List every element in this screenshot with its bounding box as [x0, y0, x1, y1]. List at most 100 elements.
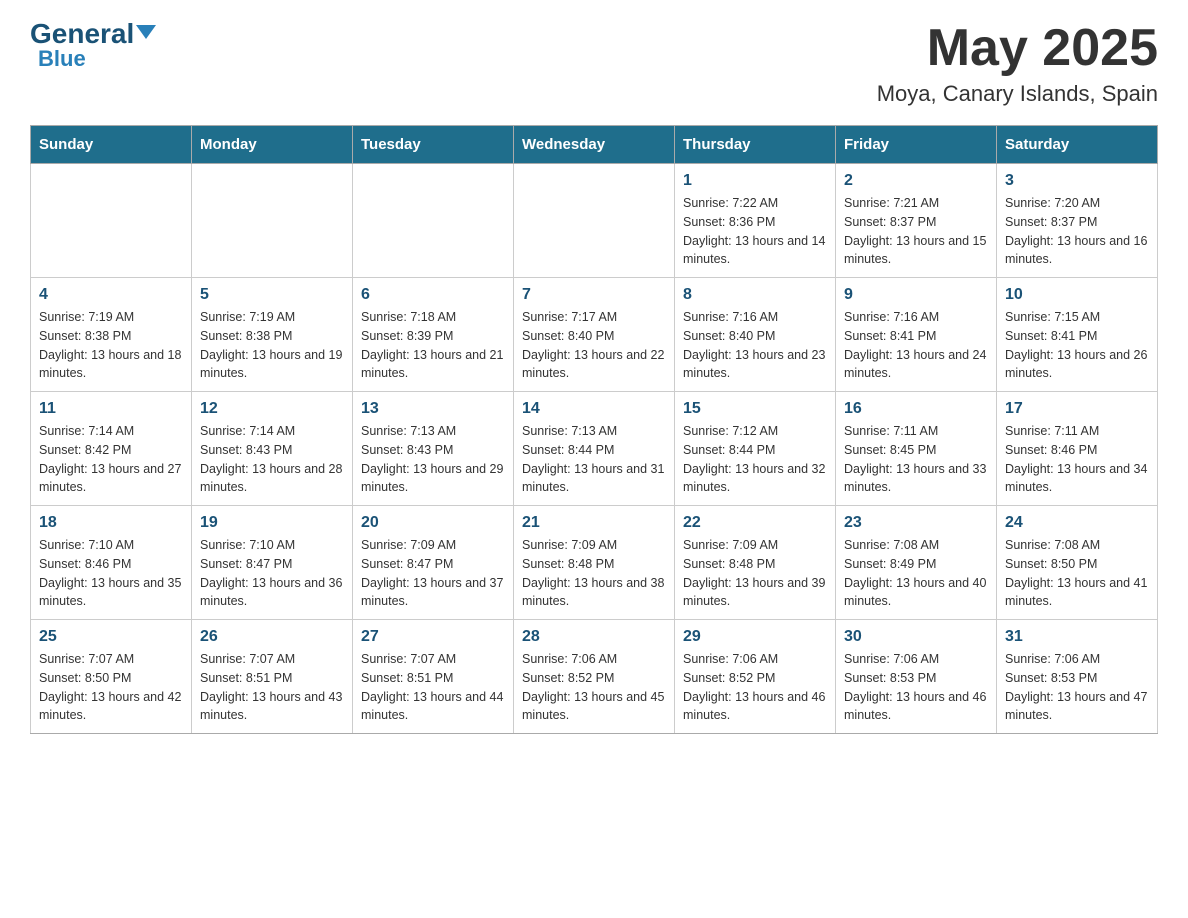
- day-info: Sunrise: 7:07 AMSunset: 8:50 PMDaylight:…: [39, 650, 183, 725]
- calendar-subtitle: Moya, Canary Islands, Spain: [877, 81, 1158, 107]
- day-info: Sunrise: 7:19 AMSunset: 8:38 PMDaylight:…: [39, 308, 183, 383]
- day-number: 6: [361, 286, 505, 304]
- day-number: 19: [200, 514, 344, 532]
- table-row: 3 Sunrise: 7:20 AMSunset: 8:37 PMDaylight…: [997, 164, 1158, 278]
- calendar-table: Sunday Monday Tuesday Wednesday Thursday…: [30, 125, 1158, 734]
- table-row: 29 Sunrise: 7:06 AMSunset: 8:52 PMDayligh…: [675, 620, 836, 734]
- day-number: 4: [39, 286, 183, 304]
- calendar-week-row: 25 Sunrise: 7:07 AMSunset: 8:50 PMDayligh…: [31, 620, 1158, 734]
- table-row: 22Sunrise: 7:09 AMSunset: 8:48 PMDayligh…: [675, 506, 836, 620]
- day-number: 8: [683, 286, 827, 304]
- day-number: 27: [361, 628, 505, 646]
- table-row: 18 Sunrise: 7:10 AMSunset: 8:46 PMDayligh…: [31, 506, 192, 620]
- day-number: 29: [683, 628, 827, 646]
- day-number: 14: [522, 400, 666, 418]
- day-info: Sunrise: 7:09 AMSunset: 8:48 PMDaylight:…: [522, 536, 666, 611]
- table-row: [31, 164, 192, 278]
- calendar-week-row: 11 Sunrise: 7:14 AMSunset: 8:42 PMDayligh…: [31, 392, 1158, 506]
- day-number: 16: [844, 400, 988, 418]
- table-row: 11 Sunrise: 7:14 AMSunset: 8:42 PMDayligh…: [31, 392, 192, 506]
- header-wednesday: Wednesday: [514, 126, 675, 164]
- table-row: 15 Sunrise: 7:12 AMSunset: 8:44 PMDayligh…: [675, 392, 836, 506]
- day-number: 1: [683, 172, 827, 190]
- day-info: Sunrise: 7:20 AMSunset: 8:37 PMDaylight:…: [1005, 194, 1149, 269]
- day-info: Sunrise: 7:10 AMSunset: 8:47 PMDaylight:…: [200, 536, 344, 611]
- day-info: Sunrise: 7:19 AMSunset: 8:38 PMDaylight:…: [200, 308, 344, 383]
- day-info: Sunrise: 7:06 AMSunset: 8:52 PMDaylight:…: [683, 650, 827, 725]
- day-info: Sunrise: 7:13 AMSunset: 8:43 PMDaylight:…: [361, 422, 505, 497]
- header-friday: Friday: [836, 126, 997, 164]
- table-row: 27 Sunrise: 7:07 AMSunset: 8:51 PMDayligh…: [353, 620, 514, 734]
- day-number: 25: [39, 628, 183, 646]
- header-row: Sunday Monday Tuesday Wednesday Thursday…: [31, 126, 1158, 164]
- header-sunday: Sunday: [31, 126, 192, 164]
- day-number: 10: [1005, 286, 1149, 304]
- table-row: 4 Sunrise: 7:19 AMSunset: 8:38 PMDaylight…: [31, 278, 192, 392]
- day-info: Sunrise: 7:11 AMSunset: 8:46 PMDaylight:…: [1005, 422, 1149, 497]
- table-row: 5 Sunrise: 7:19 AMSunset: 8:38 PMDaylight…: [192, 278, 353, 392]
- table-row: 17 Sunrise: 7:11 AMSunset: 8:46 PMDayligh…: [997, 392, 1158, 506]
- page-header: General Blue May 2025 Moya, Canary Islan…: [30, 20, 1158, 107]
- table-row: 16Sunrise: 7:11 AMSunset: 8:45 PMDayligh…: [836, 392, 997, 506]
- table-row: 20Sunrise: 7:09 AMSunset: 8:47 PMDayligh…: [353, 506, 514, 620]
- day-info: Sunrise: 7:14 AMSunset: 8:42 PMDaylight:…: [39, 422, 183, 497]
- day-info: Sunrise: 7:06 AMSunset: 8:52 PMDaylight:…: [522, 650, 666, 725]
- day-info: Sunrise: 7:07 AMSunset: 8:51 PMDaylight:…: [361, 650, 505, 725]
- title-block: May 2025 Moya, Canary Islands, Spain: [877, 20, 1158, 107]
- day-number: 15: [683, 400, 827, 418]
- logo: General Blue: [30, 20, 156, 72]
- day-info: Sunrise: 7:06 AMSunset: 8:53 PMDaylight:…: [844, 650, 988, 725]
- day-info: Sunrise: 7:21 AMSunset: 8:37 PMDaylight:…: [844, 194, 988, 269]
- day-number: 7: [522, 286, 666, 304]
- calendar-body: 1Sunrise: 7:22 AMSunset: 8:36 PMDaylight…: [31, 164, 1158, 734]
- calendar-week-row: 1Sunrise: 7:22 AMSunset: 8:36 PMDaylight…: [31, 164, 1158, 278]
- table-row: [192, 164, 353, 278]
- day-number: 28: [522, 628, 666, 646]
- day-info: Sunrise: 7:17 AMSunset: 8:40 PMDaylight:…: [522, 308, 666, 383]
- logo-blue-label: Blue: [38, 46, 86, 72]
- day-number: 18: [39, 514, 183, 532]
- day-info: Sunrise: 7:16 AMSunset: 8:41 PMDaylight:…: [844, 308, 988, 383]
- day-number: 11: [39, 400, 183, 418]
- day-info: Sunrise: 7:10 AMSunset: 8:46 PMDaylight:…: [39, 536, 183, 611]
- table-row: 21Sunrise: 7:09 AMSunset: 8:48 PMDayligh…: [514, 506, 675, 620]
- day-info: Sunrise: 7:07 AMSunset: 8:51 PMDaylight:…: [200, 650, 344, 725]
- calendar-week-row: 4 Sunrise: 7:19 AMSunset: 8:38 PMDaylight…: [31, 278, 1158, 392]
- day-info: Sunrise: 7:18 AMSunset: 8:39 PMDaylight:…: [361, 308, 505, 383]
- day-info: Sunrise: 7:16 AMSunset: 8:40 PMDaylight:…: [683, 308, 827, 383]
- day-number: 3: [1005, 172, 1149, 190]
- logo-general-text: General: [30, 20, 156, 48]
- day-number: 17: [1005, 400, 1149, 418]
- calendar-header: Sunday Monday Tuesday Wednesday Thursday…: [31, 126, 1158, 164]
- day-number: 13: [361, 400, 505, 418]
- table-row: 1Sunrise: 7:22 AMSunset: 8:36 PMDaylight…: [675, 164, 836, 278]
- day-number: 31: [1005, 628, 1149, 646]
- table-row: 2Sunrise: 7:21 AMSunset: 8:37 PMDaylight…: [836, 164, 997, 278]
- table-row: 14 Sunrise: 7:13 AMSunset: 8:44 PMDayligh…: [514, 392, 675, 506]
- day-number: 20: [361, 514, 505, 532]
- table-row: 13 Sunrise: 7:13 AMSunset: 8:43 PMDayligh…: [353, 392, 514, 506]
- day-number: 23: [844, 514, 988, 532]
- header-thursday: Thursday: [675, 126, 836, 164]
- table-row: 7 Sunrise: 7:17 AMSunset: 8:40 PMDaylight…: [514, 278, 675, 392]
- day-number: 5: [200, 286, 344, 304]
- day-info: Sunrise: 7:13 AMSunset: 8:44 PMDaylight:…: [522, 422, 666, 497]
- table-row: 25 Sunrise: 7:07 AMSunset: 8:50 PMDayligh…: [31, 620, 192, 734]
- table-row: 24Sunrise: 7:08 AMSunset: 8:50 PMDayligh…: [997, 506, 1158, 620]
- day-info: Sunrise: 7:06 AMSunset: 8:53 PMDaylight:…: [1005, 650, 1149, 725]
- table-row: 19 Sunrise: 7:10 AMSunset: 8:47 PMDayligh…: [192, 506, 353, 620]
- table-row: 23Sunrise: 7:08 AMSunset: 8:49 PMDayligh…: [836, 506, 997, 620]
- table-row: [514, 164, 675, 278]
- table-row: 30Sunrise: 7:06 AMSunset: 8:53 PMDayligh…: [836, 620, 997, 734]
- table-row: 31 Sunrise: 7:06 AMSunset: 8:53 PMDayligh…: [997, 620, 1158, 734]
- table-row: [353, 164, 514, 278]
- day-number: 12: [200, 400, 344, 418]
- table-row: 10Sunrise: 7:15 AMSunset: 8:41 PMDayligh…: [997, 278, 1158, 392]
- calendar-title: May 2025: [877, 20, 1158, 77]
- calendar-week-row: 18 Sunrise: 7:10 AMSunset: 8:46 PMDayligh…: [31, 506, 1158, 620]
- day-info: Sunrise: 7:08 AMSunset: 8:50 PMDaylight:…: [1005, 536, 1149, 611]
- table-row: 12Sunrise: 7:14 AMSunset: 8:43 PMDayligh…: [192, 392, 353, 506]
- header-saturday: Saturday: [997, 126, 1158, 164]
- day-number: 22: [683, 514, 827, 532]
- day-info: Sunrise: 7:12 AMSunset: 8:44 PMDaylight:…: [683, 422, 827, 497]
